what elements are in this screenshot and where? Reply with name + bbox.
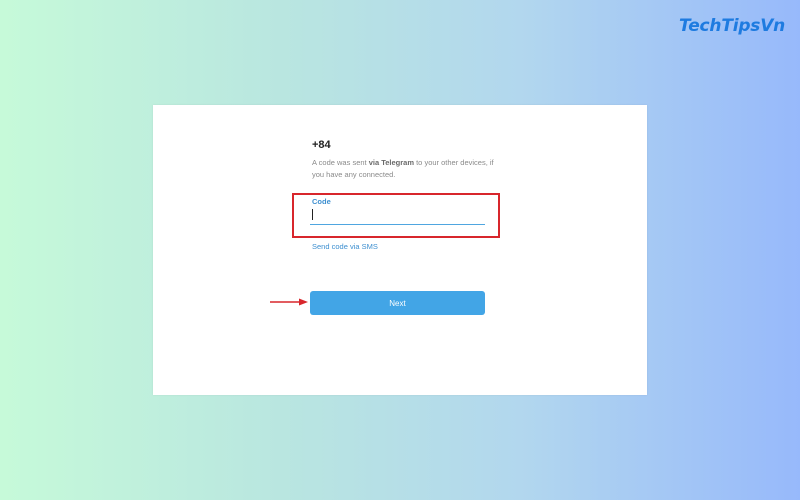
info-text-bold: via Telegram	[368, 158, 415, 167]
info-text-prefix: A code was sent	[312, 158, 369, 167]
login-panel: +84 A code was sent via Telegram to your…	[153, 105, 647, 395]
red-arrow-icon	[270, 298, 308, 306]
code-sent-info: A code was sent via Telegram to your oth…	[312, 157, 502, 181]
code-input[interactable]	[310, 207, 485, 225]
next-button[interactable]: Next	[310, 291, 485, 315]
send-code-sms-link[interactable]: Send code via SMS	[312, 242, 378, 251]
text-caret	[312, 209, 313, 220]
code-label: Code	[312, 197, 331, 206]
phone-number: +84	[312, 139, 331, 151]
techtipsvn-logo: TechTipsVn	[679, 16, 786, 36]
